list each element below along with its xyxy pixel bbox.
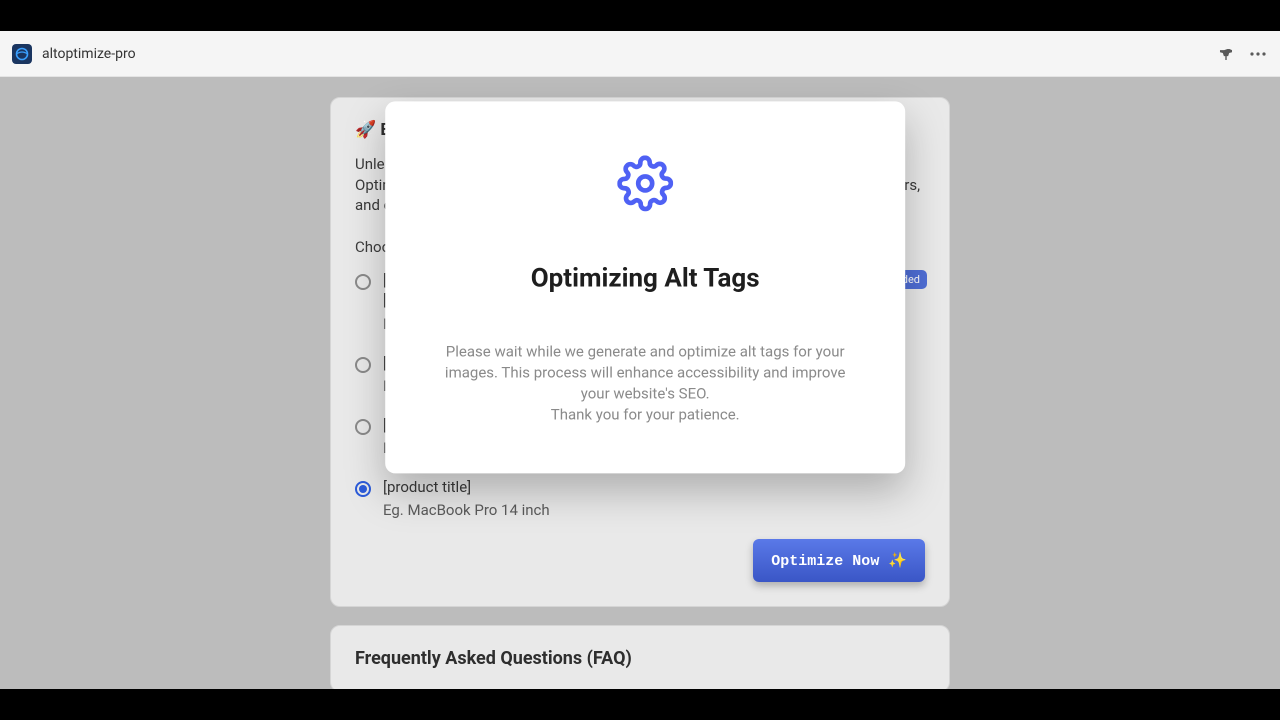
window-bottom-blackbar — [0, 689, 1280, 720]
pin-icon[interactable] — [1216, 44, 1236, 64]
gear-icon — [431, 155, 859, 211]
option-example: Eg. MacBook Pro 14 inch — [383, 501, 925, 519]
modal-body-1: Please wait while we generate and optimi… — [431, 341, 859, 404]
progress-modal: Optimizing Alt Tags Please wait while we… — [385, 101, 905, 473]
modal-title: Optimizing Alt Tags — [431, 263, 859, 293]
page-body: 🚀 Elevate Your SEO Game with AltOptimize… — [0, 77, 1280, 720]
optimize-now-button[interactable]: Optimize Now ✨ — [753, 539, 925, 582]
topbar: altoptimize-pro — [0, 31, 1280, 77]
radio-icon[interactable] — [355, 274, 371, 290]
option-4[interactable]: [product title] Eg. MacBook Pro 14 inch — [355, 477, 925, 519]
modal-overlay: Optimizing Alt Tags Please wait while we… — [0, 77, 1280, 720]
more-icon[interactable] — [1248, 44, 1268, 64]
window-top-blackbar — [0, 0, 1280, 31]
faq-card: Frequently Asked Questions (FAQ) — [330, 625, 950, 692]
radio-icon[interactable] — [355, 419, 371, 435]
app-name: altoptimize-pro — [42, 46, 136, 62]
modal-body-2: Thank you for your patience. — [431, 404, 859, 425]
app-icon — [12, 44, 32, 64]
radio-icon[interactable] — [355, 481, 371, 497]
topbar-right-icons — [1216, 31, 1268, 76]
radio-icon[interactable] — [355, 357, 371, 373]
option-line1: [product title] — [383, 477, 925, 497]
card-actions: Optimize Now ✨ — [355, 539, 925, 582]
faq-title: Frequently Asked Questions (FAQ) — [355, 648, 925, 669]
